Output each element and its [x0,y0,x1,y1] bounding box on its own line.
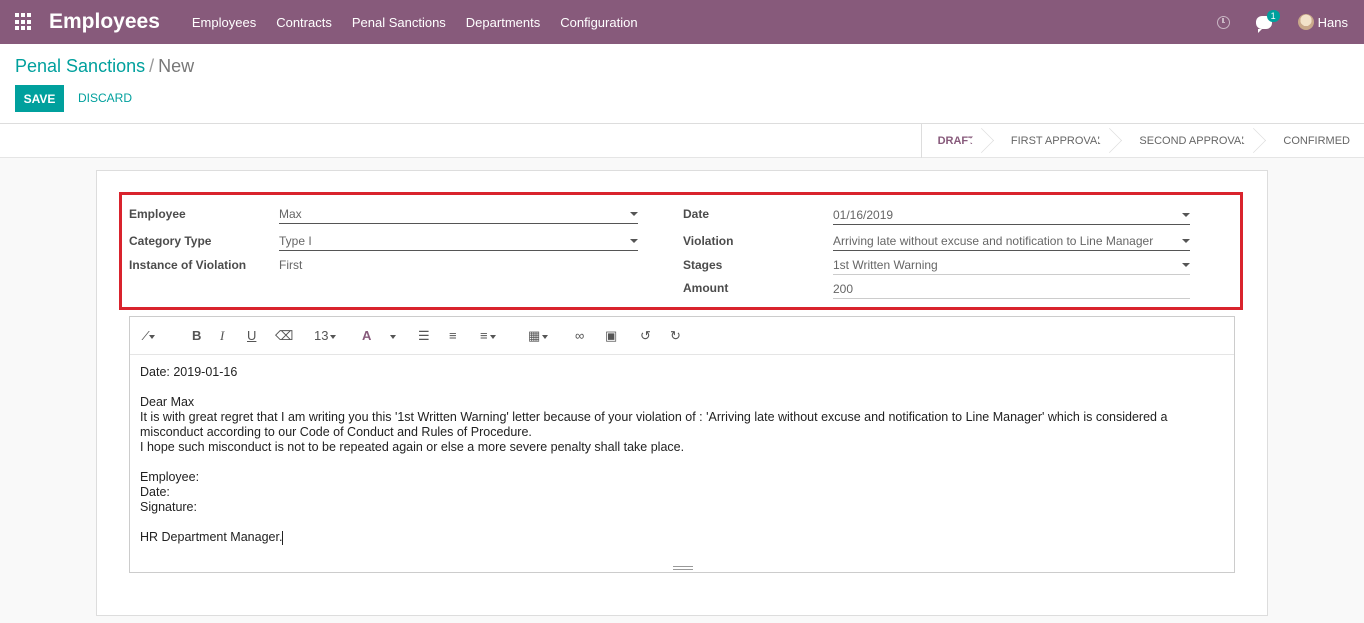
control-panel: Penal Sanctions / New SAVE DISCARD [0,44,1364,124]
bold-icon[interactable]: B [192,328,201,343]
editor-content[interactable]: Date: 2019-01-16 Dear Max It is with gre… [130,355,1234,555]
stages-value: 1st Written Warning [833,258,938,272]
violation-field[interactable]: Arriving late without excuse and notific… [833,234,1190,251]
employee-value: Max [279,207,302,221]
discard-button[interactable]: DISCARD [78,91,132,105]
link-icon[interactable]: ∞ [575,328,584,343]
table-icon[interactable]: ▦ [528,328,549,344]
stage-second-approval[interactable]: SECOND APPROVAL [1117,124,1261,158]
letter-manager-line: HR Department Manager. [140,530,283,544]
underline-icon[interactable]: U [247,328,256,343]
editor-toolbar: ⁄ B I U ⌫ 13 A ☰ ≡ ≡ ▦ ∞ ▣ ↺ ↻ [130,317,1234,355]
employee-field[interactable]: Max [279,207,638,224]
letter-date-line: Date: [140,485,170,499]
font-size-select[interactable]: 13 [314,328,337,343]
letter-greeting: Dear Max [140,395,195,409]
text-cursor [282,530,284,545]
italic-icon[interactable]: I [220,328,224,344]
date-field[interactable]: 01/16/2019 [833,208,1190,225]
activity-clock-icon[interactable] [1216,15,1230,29]
stage-confirmed[interactable]: CONFIRMED [1261,124,1364,158]
category-type-field[interactable]: Type I [279,234,638,251]
stage-first-approval[interactable]: FIRST APPROVAL [989,124,1118,158]
amount-label: Amount [683,281,729,295]
user-name: Hans [1317,14,1348,30]
rich-text-editor[interactable]: ⁄ B I U ⌫ 13 A ☰ ≡ ≡ ▦ ∞ ▣ ↺ ↻ Date: 201… [129,316,1235,573]
apps-grid-icon[interactable] [15,13,33,31]
category-type-label: Category Type [129,234,212,248]
save-button[interactable]: SAVE [15,85,64,112]
letter-employee-line: Employee: [140,470,200,484]
chevron-down-icon[interactable] [630,239,638,243]
menu-configuration[interactable]: Configuration [560,15,637,30]
status-bar: DRAFT FIRST APPROVAL SECOND APPROVAL CON… [0,124,1364,158]
menu-employees[interactable]: Employees [192,15,256,30]
stage-pipeline: DRAFT FIRST APPROVAL SECOND APPROVAL CON… [920,124,1364,158]
magic-wand-icon[interactable]: ⁄ [145,328,156,343]
instance-violation-value: First [279,258,303,272]
user-menu[interactable]: Hans [1297,14,1348,30]
top-navbar: Employees Employees Contracts Penal Sanc… [0,0,1364,44]
undo-icon[interactable]: ↺ [640,328,651,344]
chevron-down-icon[interactable] [1182,263,1190,267]
breadcrumb-separator: / [149,56,155,76]
stages-label: Stages [683,258,723,272]
breadcrumb-parent-link[interactable]: Penal Sanctions [15,56,145,76]
amount-field[interactable]: 200 [833,282,1190,299]
violation-label: Violation [683,234,734,248]
letter-paragraph-1: It is with great regret that I am writin… [140,410,1168,424]
violation-value: Arriving late without excuse and notific… [833,234,1154,248]
letter-paragraph-3: I hope such misconduct is not to be repe… [140,440,685,454]
letter-date: Date: 2019-01-16 [140,365,238,379]
date-label: Date [683,207,710,221]
align-icon[interactable]: ≡ [480,328,496,343]
instance-violation-label: Instance of Violation [129,258,247,272]
app-title: Employees [49,10,160,33]
date-value: 01/16/2019 [833,208,894,222]
letter-paragraph-2: misconduct according to our Code of Cond… [140,425,532,439]
stages-field[interactable]: 1st Written Warning [833,258,1190,275]
resize-handle[interactable] [673,566,693,570]
messaging-menu[interactable]: 1 [1255,9,1280,33]
chevron-down-icon[interactable] [1182,239,1190,243]
category-type-value: Type I [279,234,312,248]
main-menu: Employees Contracts Penal Sanctions Depa… [182,15,648,30]
letter-signature-line: Signature: [140,500,197,514]
font-color-icon[interactable]: A [362,328,371,343]
breadcrumb: Penal Sanctions / New [15,56,194,77]
eraser-icon[interactable]: ⌫ [275,328,293,344]
avatar [1297,14,1314,30]
ordered-list-icon[interactable]: ≡ [449,328,457,343]
stage-draft[interactable]: DRAFT [922,124,989,158]
chevron-down-icon[interactable] [630,212,638,216]
unordered-list-icon[interactable]: ☰ [418,328,430,344]
image-icon[interactable]: ▣ [605,328,617,344]
redo-icon[interactable]: ↻ [670,328,681,344]
menu-contracts[interactable]: Contracts [276,15,332,30]
employee-label: Employee [129,207,186,221]
chat-count-badge: 1 [1266,9,1280,22]
breadcrumb-current: New [158,56,195,76]
menu-penal-sanctions[interactable]: Penal Sanctions [352,15,446,30]
menu-departments[interactable]: Departments [466,15,540,30]
navbar-systray: 1 Hans [1216,0,1348,44]
color-dropdown-icon[interactable] [388,328,396,343]
chevron-down-icon[interactable] [1182,213,1190,217]
amount-value: 200 [833,282,854,296]
